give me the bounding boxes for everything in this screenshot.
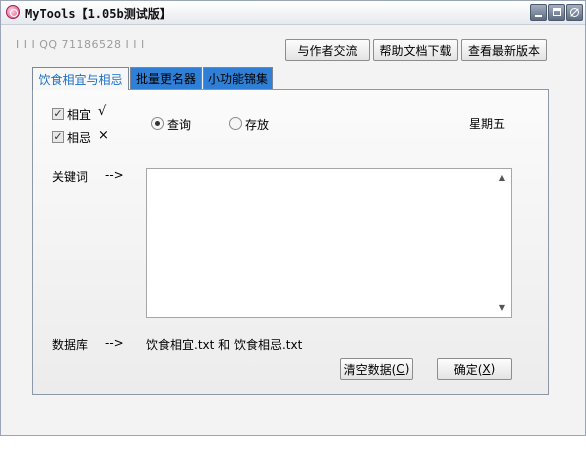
- keyword-textarea[interactable]: ▲ ▼: [146, 168, 512, 318]
- avoid-label: 相忌: [67, 131, 92, 145]
- ok-button-paren: ): [490, 362, 496, 376]
- window-title: MyTools【1.05b测试版】: [25, 7, 172, 21]
- clear-data-button[interactable]: 清空数据(C): [340, 358, 413, 380]
- suitable-label: 相宜: [67, 108, 92, 122]
- keyword-label: 关键词: [52, 170, 89, 184]
- title-bar[interactable]: MyTools【1.05b测试版】: [1, 1, 585, 25]
- main-window: MyTools【1.05b测试版】 I I I QQ 71186528 I I …: [0, 0, 586, 436]
- clear-button-paren: ): [404, 362, 410, 376]
- qq-contact-text: I I I QQ 71186528 I I I: [16, 38, 145, 51]
- ok-button[interactable]: 确定(X): [437, 358, 512, 380]
- ok-button-shortcut: X: [482, 362, 491, 376]
- scroll-up-icon[interactable]: ▲: [495, 172, 509, 184]
- tab-small-tools[interactable]: 小功能锦集: [203, 67, 273, 89]
- tab-food-compatibility[interactable]: 饮食相宜与相忌: [32, 67, 129, 90]
- clear-button-text: 清空数据(: [343, 362, 397, 377]
- app-icon: [6, 5, 20, 19]
- weekday-label: 星期五: [469, 117, 506, 131]
- database-files-text: 饮食相宜.txt 和 饮食相忌.txt: [146, 338, 303, 352]
- keyword-arrow: -->: [105, 168, 124, 182]
- store-radio-label: 存放: [245, 118, 270, 132]
- store-radio[interactable]: [229, 117, 242, 130]
- minimize-icon[interactable]: [530, 4, 547, 21]
- clear-button-shortcut: C: [396, 362, 405, 376]
- download-help-button[interactable]: 帮助文档下载: [373, 39, 458, 61]
- suitable-mark: √: [98, 104, 107, 119]
- contact-author-button[interactable]: 与作者交流: [285, 39, 370, 61]
- ok-button-text: 确定(: [453, 362, 483, 377]
- check-latest-version-button[interactable]: 查看最新版本: [461, 39, 547, 61]
- maximize-icon[interactable]: [548, 4, 565, 21]
- avoid-mark: ×: [98, 128, 109, 143]
- avoid-checkbox[interactable]: ✓: [52, 131, 64, 143]
- query-radio[interactable]: [151, 117, 164, 130]
- database-label: 数据库: [52, 338, 89, 352]
- close-icon[interactable]: [566, 4, 583, 21]
- query-radio-label: 查询: [167, 118, 192, 132]
- tab-batch-rename[interactable]: 批量更名器: [130, 67, 202, 89]
- database-arrow: -->: [105, 336, 124, 350]
- scroll-down-icon[interactable]: ▼: [495, 302, 509, 314]
- suitable-checkbox[interactable]: ✓: [52, 108, 64, 120]
